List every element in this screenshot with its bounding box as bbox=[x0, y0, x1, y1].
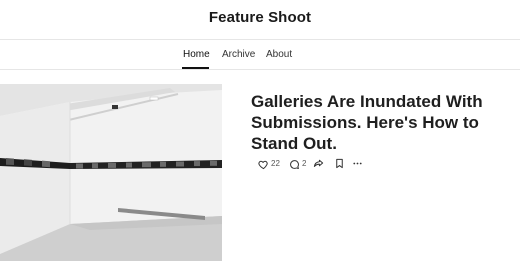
heart-icon bbox=[258, 160, 268, 169]
nav-active-indicator bbox=[182, 67, 209, 69]
nav-item-home[interactable]: Home bbox=[183, 49, 210, 60]
bookmark-button[interactable] bbox=[334, 158, 345, 169]
comment-icon bbox=[290, 159, 299, 169]
post-image[interactable] bbox=[0, 84, 222, 261]
post-title[interactable]: Galleries Are Inundated With Submissions… bbox=[251, 91, 501, 154]
main-nav: Home Archive About bbox=[0, 40, 520, 70]
like-count: 22 bbox=[271, 159, 280, 168]
share-icon bbox=[313, 159, 324, 167]
more-options-button[interactable] bbox=[352, 158, 363, 169]
site-title[interactable]: Feature Shoot bbox=[0, 9, 520, 26]
gallery-photo bbox=[0, 84, 222, 261]
like-button[interactable]: 22 bbox=[258, 158, 280, 170]
share-button[interactable] bbox=[313, 158, 324, 169]
comment-count: 2 bbox=[302, 159, 307, 168]
nav-item-archive[interactable]: Archive bbox=[222, 49, 255, 60]
more-icon bbox=[353, 162, 362, 165]
bookmark-icon bbox=[336, 158, 343, 169]
nav-item-about[interactable]: About bbox=[266, 49, 292, 60]
site-header: Feature Shoot bbox=[0, 0, 520, 40]
comment-button[interactable]: 2 bbox=[289, 158, 306, 170]
